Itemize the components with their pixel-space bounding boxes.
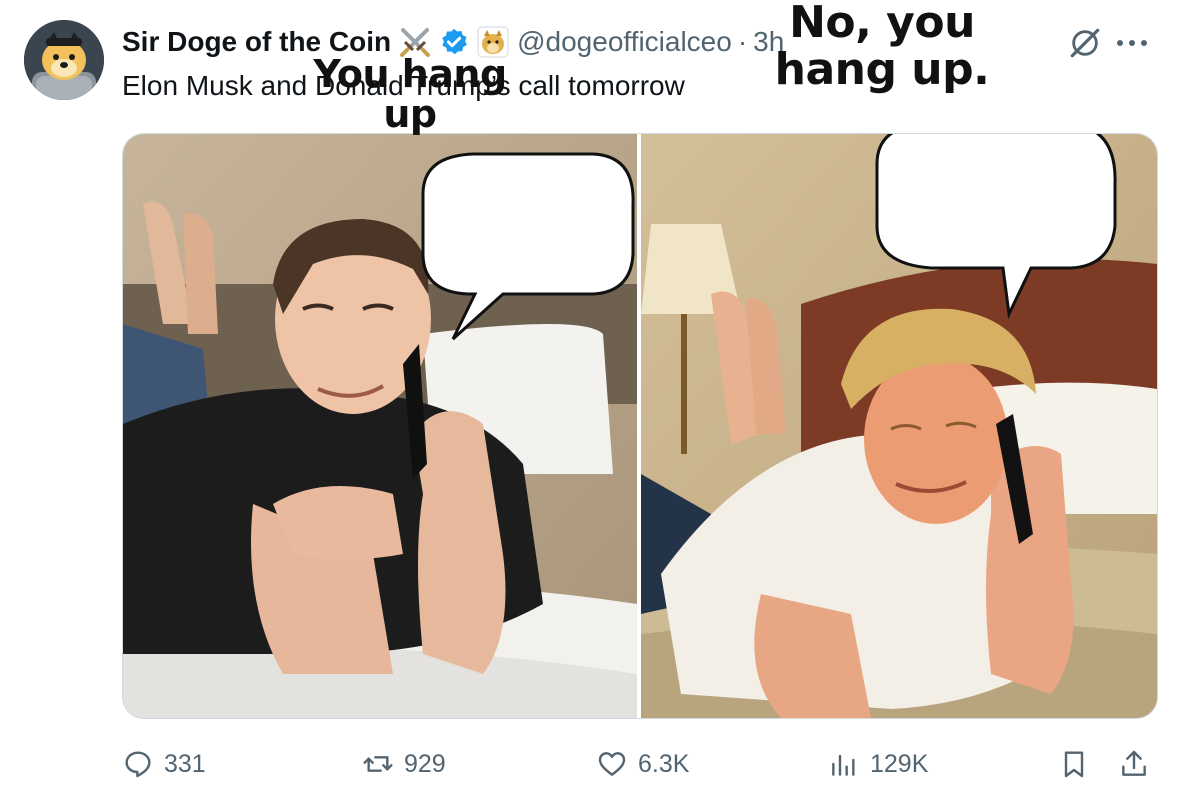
- speech-bubble-right: No, you hang up.: [774, 0, 990, 95]
- repost-count: 929: [404, 749, 446, 778]
- tweet-media[interactable]: [122, 133, 1158, 719]
- reply-count: 331: [164, 749, 206, 778]
- speech-bubble-left: You hang up: [313, 52, 507, 137]
- separator: ·: [737, 26, 748, 57]
- reply-icon: [125, 751, 151, 778]
- repost-icon: [363, 756, 393, 772]
- media-image-left: [123, 134, 637, 718]
- views-button[interactable]: 129K: [828, 744, 928, 784]
- heart-icon: [598, 752, 626, 776]
- repost-button[interactable]: 929: [362, 744, 446, 784]
- action-bar: 331 929 6.3K 129K: [122, 744, 1162, 784]
- bookmark-button[interactable]: [1058, 744, 1100, 784]
- like-button[interactable]: 6.3K: [596, 744, 689, 784]
- like-count: 6.3K: [638, 749, 690, 778]
- more-icon[interactable]: [1112, 28, 1152, 63]
- author-handle[interactable]: @dogeofficialceo: [517, 26, 732, 58]
- views-count: 129K: [870, 749, 929, 778]
- bookmark-icon: [1064, 751, 1084, 778]
- share-button[interactable]: [1118, 744, 1160, 784]
- share-icon: [1122, 750, 1146, 776]
- media-image-right: [641, 134, 1157, 718]
- reply-button[interactable]: 331: [122, 744, 206, 784]
- views-icon: [832, 754, 855, 776]
- avatar[interactable]: [24, 20, 104, 100]
- grok-icon[interactable]: [1068, 26, 1102, 65]
